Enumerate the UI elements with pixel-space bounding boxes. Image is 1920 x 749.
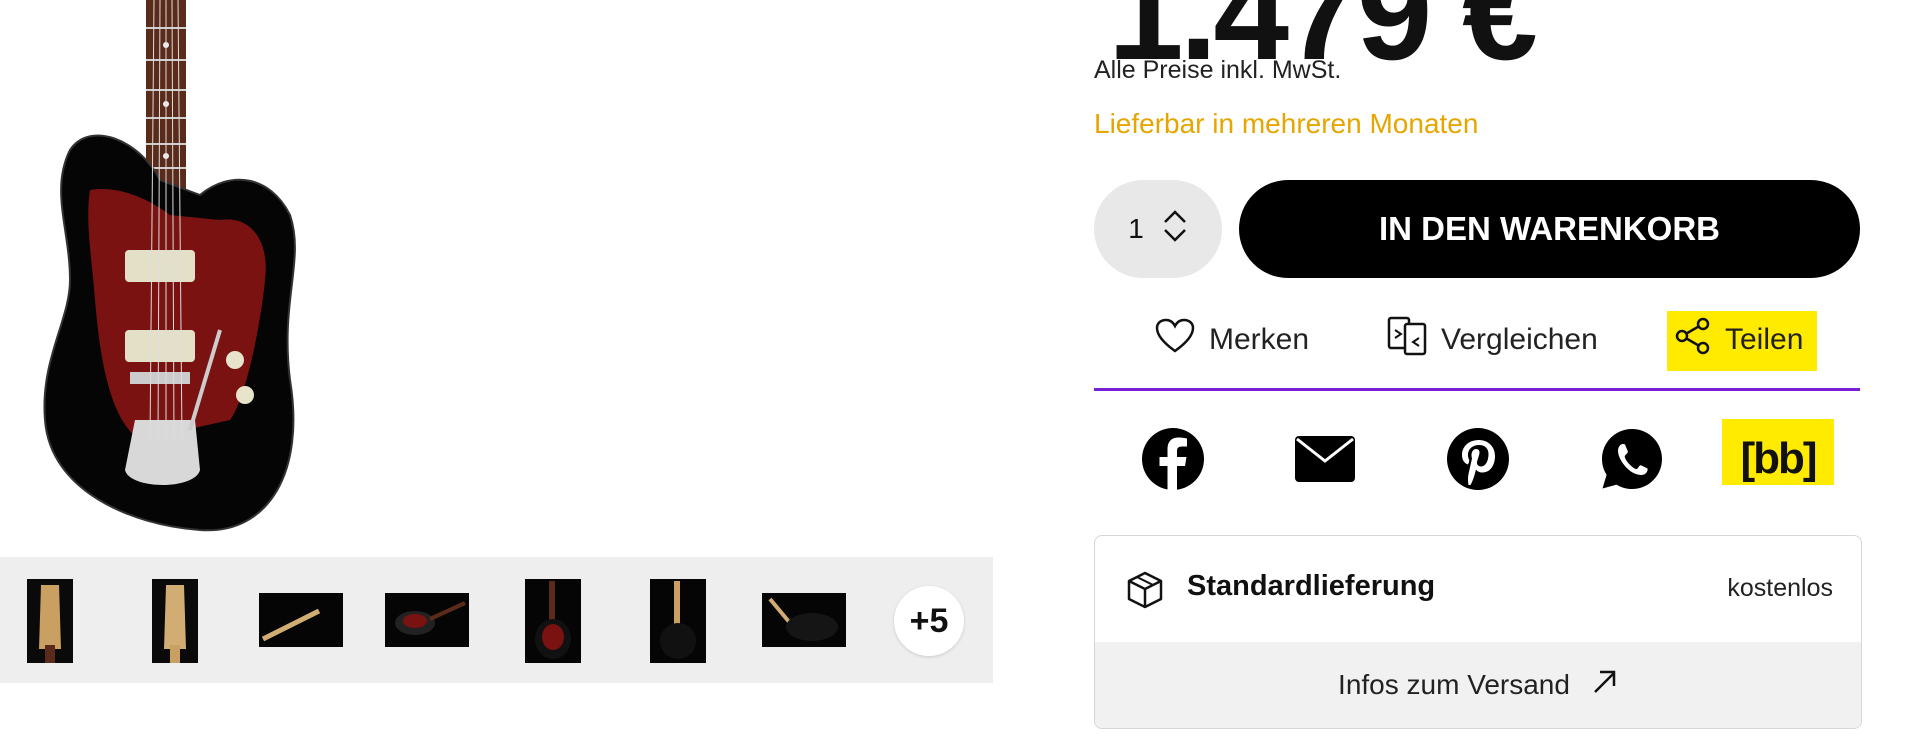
compare-icon xyxy=(1387,316,1427,364)
thumbnail-neck-side[interactable] xyxy=(259,593,343,647)
thumbnail-full-front[interactable] xyxy=(525,579,581,663)
quantity-value: 1 xyxy=(1128,213,1144,244)
merken-button[interactable]: Merken xyxy=(1155,310,1309,370)
thumbnail-body-back[interactable] xyxy=(762,593,846,647)
quantity-stepper[interactable]: 1 xyxy=(1094,180,1222,278)
facebook-share-button[interactable] xyxy=(1138,426,1208,492)
heart-icon xyxy=(1155,318,1195,362)
shipping-method: Standardlieferung xyxy=(1187,570,1436,602)
bb-icon: [bb] xyxy=(1740,434,1817,483)
availability-status: Lieferbar in mehreren Monaten xyxy=(1094,108,1479,139)
vat-note: Alle Preise inkl. MwSt. xyxy=(1094,56,1342,84)
mail-share-button[interactable] xyxy=(1290,426,1360,492)
share-divider xyxy=(1094,388,1860,391)
vergleichen-label: Vergleichen xyxy=(1441,323,1598,356)
teilen-label: Teilen xyxy=(1725,323,1804,356)
whatsapp-share-button[interactable] xyxy=(1597,426,1667,492)
shipping-method-row: Standardlieferung kostenlos xyxy=(1095,536,1861,642)
share-icon xyxy=(1675,317,1711,363)
shipping-cost: kostenlos xyxy=(1727,574,1833,602)
mail-icon xyxy=(1295,436,1355,482)
product-image xyxy=(43,0,296,532)
thumbnail-strip: +5 xyxy=(0,557,993,683)
bb-share-button[interactable]: [bb] xyxy=(1740,426,1817,492)
thumbnail-full-back[interactable] xyxy=(650,579,706,663)
add-to-cart-button[interactable]: IN DEN WARENKORB xyxy=(1239,180,1860,278)
merken-label: Merken xyxy=(1209,323,1310,356)
pinterest-icon xyxy=(1447,428,1509,490)
chevron-updown-icon xyxy=(1162,209,1188,250)
external-arrow-icon xyxy=(1592,669,1618,702)
pinterest-share-button[interactable] xyxy=(1443,426,1513,492)
package-icon xyxy=(1125,570,1165,615)
thumbnail-headstock-front[interactable] xyxy=(27,579,73,663)
thumbnail-headstock-back[interactable] xyxy=(152,579,198,663)
thumbnail-body-angle[interactable] xyxy=(385,593,469,647)
vergleichen-button[interactable]: Vergleichen xyxy=(1387,310,1598,370)
shipping-box: Standardlieferung kostenlos Infos zum Ve… xyxy=(1094,535,1862,729)
teilen-button[interactable]: Teilen xyxy=(1675,310,1803,370)
shipping-info-label: Infos zum Versand xyxy=(1338,669,1570,700)
whatsapp-icon xyxy=(1602,429,1662,489)
facebook-icon xyxy=(1142,428,1204,490)
more-images-button[interactable]: +5 xyxy=(894,586,964,656)
shipping-info-link[interactable]: Infos zum Versand xyxy=(1095,642,1861,728)
